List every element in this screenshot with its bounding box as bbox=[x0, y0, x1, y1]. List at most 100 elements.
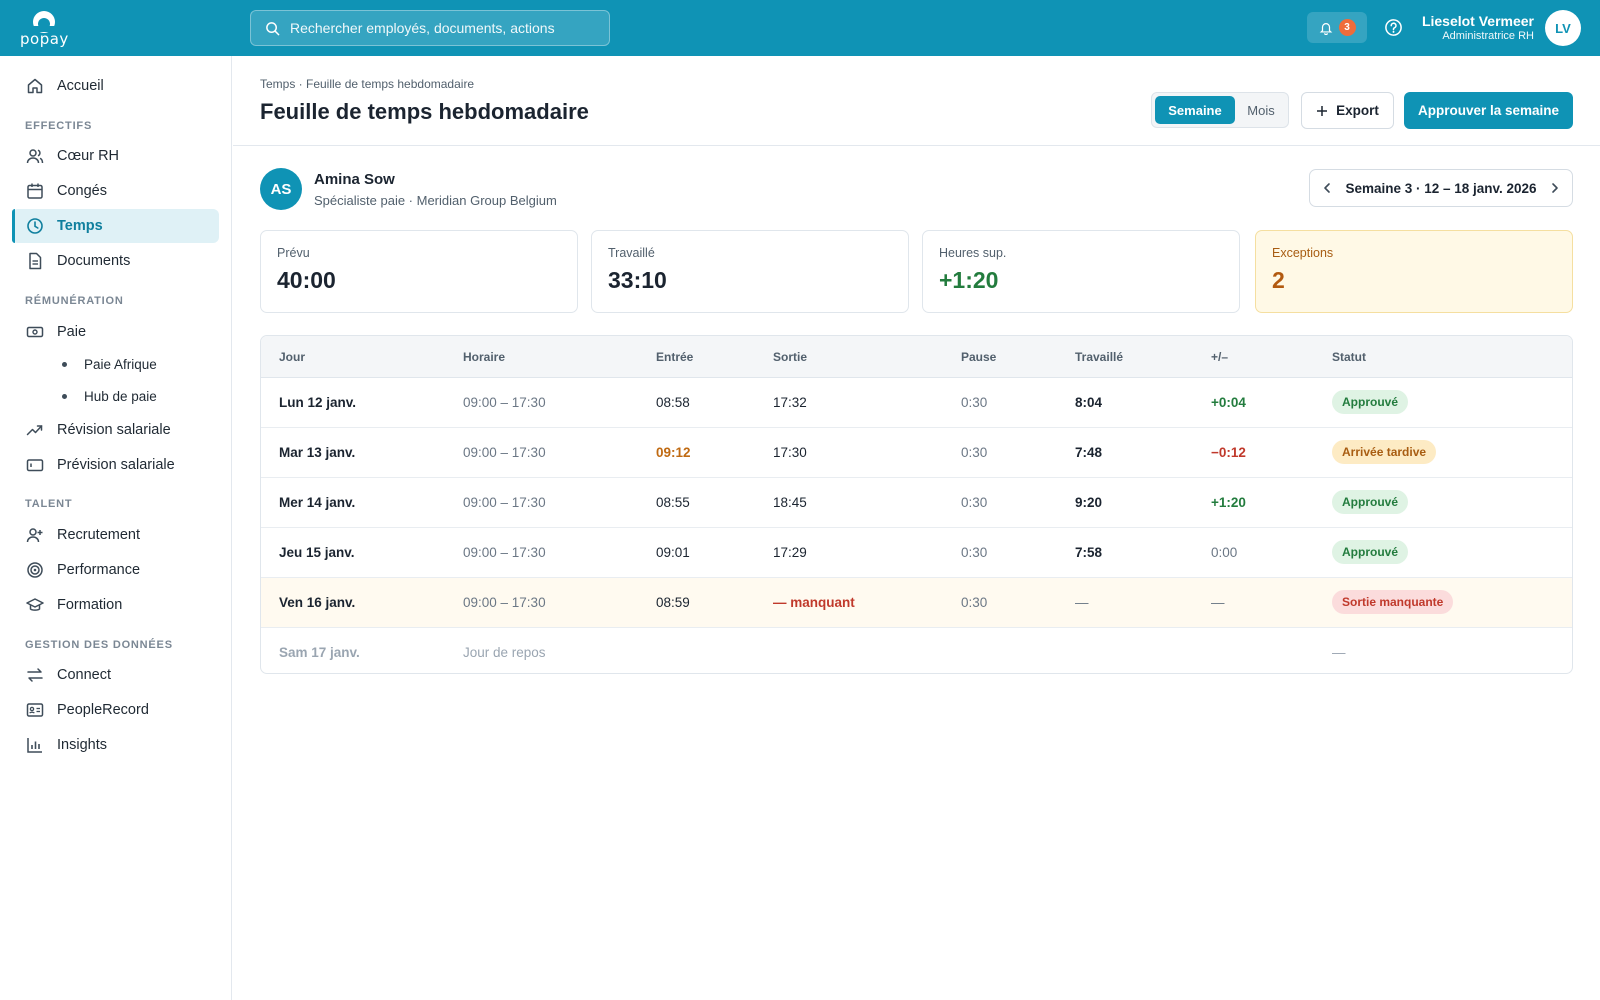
user-role: Administratrice RH bbox=[1442, 30, 1534, 42]
section-talent: TALENT bbox=[25, 498, 73, 510]
cell-diff: +1:20 bbox=[1211, 495, 1246, 510]
table-header: Jour Horaire Entrée Sortie Pause Travail… bbox=[261, 336, 1572, 378]
cell-in: 08:58 bbox=[656, 395, 690, 410]
cell-in: 09:01 bbox=[656, 545, 690, 560]
sidebar-item-label: Temps bbox=[57, 218, 103, 234]
cell-day: Mar 13 janv. bbox=[279, 445, 356, 460]
cell-diff: −0:12 bbox=[1211, 445, 1246, 460]
week-navigator: Semaine 3 · 12 – 18 janv. 2026 bbox=[1309, 169, 1573, 207]
clock-icon bbox=[26, 217, 44, 235]
sidebar-item-revision-salariale[interactable]: Révision salariale bbox=[12, 413, 219, 447]
sidebar-item-prevision-salariale[interactable]: Prévision salariale bbox=[12, 448, 219, 482]
cell-schedule: 09:00 – 17:30 bbox=[463, 595, 546, 610]
kpi-card-exceptions[interactable]: Exceptions 2 bbox=[1255, 230, 1573, 313]
approve-week-button[interactable]: Approuver la semaine bbox=[1404, 92, 1573, 129]
cell-schedule: 09:00 – 17:30 bbox=[463, 395, 546, 410]
user-menu[interactable]: Lieselot Vermeer Administratrice RH bbox=[1422, 13, 1534, 42]
column-header: +/– bbox=[1211, 350, 1229, 364]
page-header: Temps · Feuille de temps hebdomadaire Fe… bbox=[233, 56, 1600, 146]
page-title: Feuille de temps hebdomadaire bbox=[260, 99, 589, 124]
wallet-icon bbox=[26, 456, 44, 474]
top-bar: popay 3 Lieselot Vermeer Administratrice… bbox=[0, 0, 1600, 56]
sidebar-item-paie[interactable]: Paie bbox=[12, 315, 219, 349]
cell-in: 08:55 bbox=[656, 495, 690, 510]
sidebar-item-accueil[interactable]: Accueil bbox=[12, 69, 219, 103]
user-avatar[interactable]: LV bbox=[1545, 10, 1581, 46]
document-icon bbox=[26, 252, 44, 270]
cell-out: 17:30 bbox=[773, 445, 807, 460]
sidebar: Accueil EFFECTIFS Cœur RH Congés Temps D… bbox=[0, 56, 232, 1000]
sidebar-subitem-hub-de-paie[interactable]: Hub de paie bbox=[62, 389, 157, 404]
tab-semaine[interactable]: Semaine bbox=[1155, 96, 1235, 124]
column-header: Entrée bbox=[656, 350, 694, 364]
export-button[interactable]: Export bbox=[1301, 92, 1394, 129]
search-input[interactable] bbox=[290, 20, 590, 36]
chevron-left-icon[interactable] bbox=[1322, 182, 1332, 194]
sidebar-item-label: Accueil bbox=[57, 78, 104, 94]
bell-icon bbox=[1319, 22, 1332, 35]
view-toggle: Semaine Mois bbox=[1151, 92, 1289, 128]
breadcrumb[interactable]: Temps · Feuille de temps hebdomadaire bbox=[260, 77, 474, 91]
sidebar-item-recrutement[interactable]: Recrutement bbox=[12, 518, 219, 552]
status-badge: Approuvé bbox=[1332, 490, 1409, 514]
tab-mois[interactable]: Mois bbox=[1235, 96, 1287, 124]
sidebar-item-formation[interactable]: Formation bbox=[12, 588, 219, 622]
kpi-label: Prévu bbox=[277, 246, 310, 260]
column-header: Sortie bbox=[773, 350, 808, 364]
cell-schedule: 09:00 – 17:30 bbox=[463, 445, 546, 460]
sidebar-item-label: Congés bbox=[57, 183, 107, 199]
banknote-icon bbox=[26, 323, 44, 341]
sidebar-item-coeur-rh[interactable]: Cœur RH bbox=[12, 139, 219, 173]
sidebar-item-insights[interactable]: Insights bbox=[12, 728, 219, 762]
sidebar-item-performance[interactable]: Performance bbox=[12, 553, 219, 587]
sidebar-item-label: Révision salariale bbox=[57, 422, 171, 438]
arrows-exchange-icon bbox=[26, 666, 44, 684]
table-row[interactable]: Mer 14 janv. 09:00 – 17:30 08:55 18:45 0… bbox=[261, 478, 1572, 528]
cell-day: Mer 14 janv. bbox=[279, 495, 356, 510]
sidebar-subitem-label: Hub de paie bbox=[84, 389, 157, 404]
sidebar-item-documents[interactable]: Documents bbox=[12, 244, 219, 278]
search-icon bbox=[266, 21, 280, 35]
chevron-right-icon[interactable] bbox=[1550, 182, 1560, 194]
cell-schedule: 09:00 – 17:30 bbox=[463, 545, 546, 560]
notifications-button[interactable]: 3 bbox=[1307, 12, 1367, 43]
plus-icon bbox=[1317, 105, 1328, 116]
cell-worked: 9:20 bbox=[1075, 495, 1103, 510]
cell-pause: 0:30 bbox=[961, 495, 988, 510]
sidebar-item-connect[interactable]: Connect bbox=[12, 658, 219, 692]
global-search[interactable] bbox=[250, 10, 610, 46]
sidebar-item-label: PeopleRecord bbox=[57, 702, 149, 718]
id-card-icon bbox=[26, 701, 44, 719]
sidebar-item-label: Paie bbox=[57, 324, 87, 340]
kpi-value: 2 bbox=[1272, 267, 1285, 293]
sidebar-item-temps[interactable]: Temps bbox=[12, 209, 219, 243]
table-row[interactable]: Lun 12 janv. 09:00 – 17:30 08:58 17:32 0… bbox=[261, 378, 1572, 428]
cell-pause: 0:30 bbox=[961, 595, 988, 610]
table-row[interactable]: Mar 13 janv. 09:00 – 17:30 09:12 17:30 0… bbox=[261, 428, 1572, 478]
cell-pause: 0:30 bbox=[961, 395, 988, 410]
cell-in: 09:12 bbox=[656, 445, 691, 460]
employee-meta: Spécialiste paie · Meridian Group Belgiu… bbox=[314, 193, 557, 208]
sidebar-subitem-label: Paie Afrique bbox=[84, 357, 157, 372]
cell-day: Sam 17 janv. bbox=[279, 645, 360, 660]
brand-name: popay bbox=[20, 30, 69, 48]
employee-avatar: AS bbox=[260, 168, 302, 210]
cell-in: 08:59 bbox=[656, 595, 690, 610]
section-effectifs: EFFECTIFS bbox=[25, 120, 93, 132]
kpi-card-heures-sup: Heures sup. +1:20 bbox=[922, 230, 1240, 313]
kpi-label: Heures sup. bbox=[939, 246, 1007, 260]
cell-out: 18:45 bbox=[773, 495, 807, 510]
sidebar-subitem-paie-afrique[interactable]: Paie Afrique bbox=[62, 357, 157, 372]
help-icon[interactable] bbox=[1384, 18, 1403, 37]
table-row[interactable]: Jeu 15 janv. 09:00 – 17:30 09:01 17:29 0… bbox=[261, 528, 1572, 578]
kpi-value: 40:00 bbox=[277, 267, 336, 293]
table-row[interactable]: Ven 16 janv. 09:00 – 17:30 08:59 — manqu… bbox=[261, 578, 1572, 628]
cell-pause: 0:30 bbox=[961, 545, 988, 560]
sidebar-item-conges[interactable]: Congés bbox=[12, 174, 219, 208]
sidebar-item-label: Recrutement bbox=[57, 527, 141, 543]
cell-diff: — bbox=[1211, 595, 1225, 610]
week-label: Semaine 3 · 12 – 18 janv. 2026 bbox=[1345, 180, 1537, 196]
cell-diff: +0:04 bbox=[1211, 395, 1246, 410]
sidebar-item-peoplerecord[interactable]: PeopleRecord bbox=[12, 693, 219, 727]
bar-chart-icon bbox=[26, 736, 44, 754]
